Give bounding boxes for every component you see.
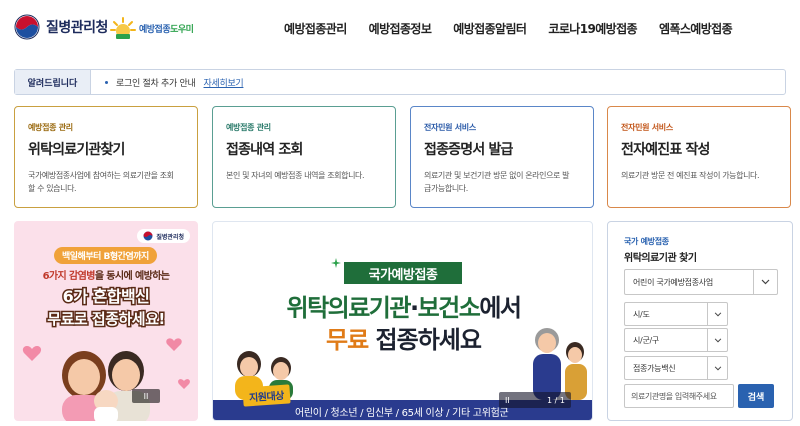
banner-headline-suffix: 에서 <box>479 294 522 322</box>
notice-detail-link[interactable]: 자세히보기 <box>204 76 244 89</box>
banner-targets-text: 어린이 / 청소년 / 임신부 / 65세 이상 / 기타 고위험군 <box>295 407 509 419</box>
banner-pause-button[interactable]: II <box>505 396 510 405</box>
banner-headline: 위탁의료기관·보건소에서 <box>213 288 592 323</box>
helper-name: 예방접종도우미 <box>139 22 194 35</box>
notice-text[interactable]: 로그인 절차 추가 안내 <box>116 76 196 89</box>
card-description: 의료기관 방문 전 예진표 작성이 가능합니다. <box>621 171 760 180</box>
banner-target-badge: 지원대상 <box>242 384 291 407</box>
card-vaccination-history[interactable]: 예방접종 관리 접종내역 조회 본인 및 자녀의 예방접종 내역을 조회합니다. <box>212 106 396 208</box>
kdca-emblem-icon <box>14 14 40 40</box>
banner-line1-highlight: 6가지 감염병 <box>42 271 96 282</box>
card-category: 예방접종 관리 <box>28 123 73 132</box>
kdca-emblem-icon <box>143 231 153 241</box>
sido-select-value: 시/도 <box>633 309 650 319</box>
banner-subheadline-rest: 접종하세요 <box>368 326 482 354</box>
national-vaccination-banner[interactable]: 국가예방접종 위탁의료기관·보건소에서 무료 접종하세요 어린이 / 청소년 /… <box>212 221 593 421</box>
banner-org-name: 질병관리청 <box>156 233 184 241</box>
main-nav: 예방접종관리 예방접종정보 예방접종알림터 코로나19예방접종 엠폭스예방접종 <box>284 20 754 37</box>
card-title: 전자예진표 작성 <box>621 142 710 158</box>
chevron-down-icon <box>753 270 777 294</box>
card-certificate[interactable]: 전자민원 서비스 접종증명서 발급 의료기관 및 보건기관 방문 없이 온라인으… <box>410 106 594 208</box>
vaccination-helper-logo[interactable]: 예방접종도우미 <box>110 16 194 40</box>
card-category: 전자민원 서비스 <box>621 123 673 132</box>
sparkle-icon <box>331 258 341 268</box>
nav-mpox-vaccination[interactable]: 엠폭스예방접종 <box>659 20 733 37</box>
chevron-down-icon <box>707 357 727 379</box>
nav-covid19-vaccination[interactable]: 코로나19예방접종 <box>548 20 637 37</box>
hexavalent-vaccine-banner[interactable]: 질병관리청 백일해부터 B형간염까지 6가지 감염병을 동시에 예방하는 6가 … <box>14 221 198 421</box>
sigungu-select-value: 시/군/구 <box>633 335 659 345</box>
helper-name-part2: 도우미 <box>170 24 194 35</box>
family-illustration <box>22 338 190 421</box>
banner-headline: 6가 혼합백신 <box>61 286 151 308</box>
card-category: 예방접종 관리 <box>226 123 271 132</box>
site-header: 질병관리청 예방접종도우미 예방접종관리 예방접종정보 예방접종알림터 코로나1… <box>0 0 800 58</box>
sun-mascot-icon <box>110 17 136 39</box>
search-category: 국가 예방접종 <box>624 237 669 246</box>
program-select[interactable]: 어린이 국가예방접종사업 <box>624 269 778 295</box>
nav-vaccination-management[interactable]: 예방접종관리 <box>284 20 347 37</box>
kdca-logo[interactable]: 질병관리청 <box>14 14 108 40</box>
elderly-illustration-right <box>533 328 587 400</box>
search-button[interactable]: 검색 <box>738 384 774 408</box>
banner-headline-clinic: 위탁의료기관 <box>286 294 411 322</box>
card-title: 위탁의료기관찾기 <box>28 142 125 158</box>
banner-headline-center: 보건소 <box>417 294 481 322</box>
vaccine-select[interactable]: 접종가능백신 <box>624 356 728 380</box>
chevron-down-icon <box>707 303 727 325</box>
card-e-questionnaire[interactable]: 전자민원 서비스 전자예진표 작성 의료기관 방문 전 예진표 작성이 가능합니… <box>607 106 791 208</box>
card-description: 국가예방접종사업에 참여하는 의료기관을 조회할 수 있습니다. <box>28 171 174 193</box>
banner-pill-text: 백일해부터 B형간염까지 <box>54 247 157 264</box>
chevron-down-icon <box>707 329 727 351</box>
banner-subheadline: 무료로 접종하세요! <box>46 309 167 330</box>
helper-name-part1: 예방접종 <box>139 24 171 35</box>
clinic-search-panel: 국가 예방접종 위탁의료기관 찾기 어린이 국가예방접종사업 시/도 시/군/구… <box>607 221 793 421</box>
card-title: 접종증명서 발급 <box>424 142 513 158</box>
notice-bullet-icon <box>105 80 108 84</box>
sido-select[interactable]: 시/도 <box>624 302 728 326</box>
notice-bar: 알려드립니다 로그인 절차 추가 안내 자세히보기 <box>14 69 786 95</box>
banner-carousel-controls: II 1 / 1 <box>499 392 571 408</box>
card-description: 본인 및 자녀의 예방접종 내역을 조회합니다. <box>226 171 365 180</box>
card-category: 전자민원 서비스 <box>424 123 476 132</box>
banner-page-indicator: 1 / 1 <box>547 395 565 405</box>
sigungu-select[interactable]: 시/군/구 <box>624 328 728 352</box>
nav-vaccination-notice[interactable]: 예방접종알림터 <box>453 20 527 37</box>
banner-pause-button[interactable]: II <box>132 389 160 403</box>
search-title: 위탁의료기관 찾기 <box>624 253 697 264</box>
card-title: 접종내역 조회 <box>226 142 303 158</box>
banner-line1: 6가지 감염병을 동시에 예방하는 <box>14 267 198 282</box>
banner-line1-rest: 을 동시에 예방하는 <box>94 271 170 282</box>
nav-vaccination-info[interactable]: 예방접종정보 <box>369 20 432 37</box>
clinic-name-input[interactable] <box>624 384 734 408</box>
notice-badge: 알려드립니다 <box>15 70 91 94</box>
banner-headline-dot: · <box>409 294 419 322</box>
card-description: 의료기관 및 보건기관 방문 없이 온라인으로 발급가능합니다. <box>424 171 570 193</box>
banner-tag: 국가예방접종 <box>344 262 462 284</box>
program-select-value: 어린이 국가예방접종사업 <box>633 277 713 287</box>
kdca-name: 질병관리청 <box>46 20 108 36</box>
card-find-clinic[interactable]: 예방접종 관리 위탁의료기관찾기 국가예방접종사업에 참여하는 의료기관을 조회… <box>14 106 198 208</box>
banner-org-badge: 질병관리청 <box>137 229 190 243</box>
vaccine-select-value: 접종가능백신 <box>633 363 676 373</box>
